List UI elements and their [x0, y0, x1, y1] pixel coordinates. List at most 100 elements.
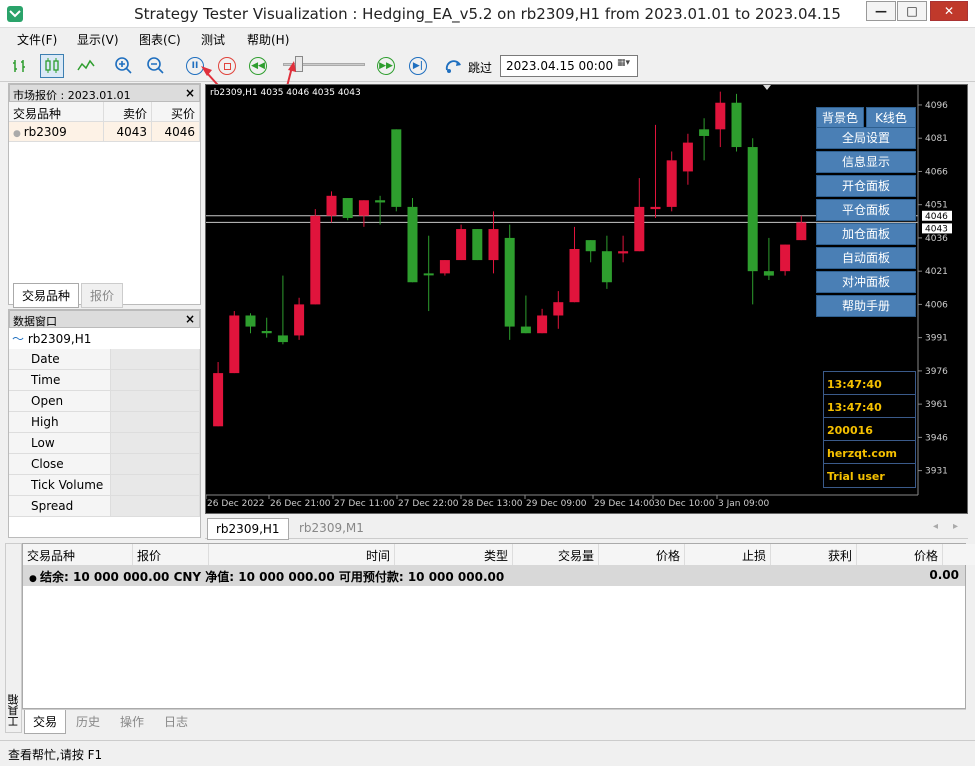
mw-row-ask: 4046: [152, 122, 200, 142]
trade-col-header[interactable]: 价格: [857, 544, 943, 565]
tab-trade[interactable]: 交易: [24, 710, 67, 734]
y-tick-label: 4021: [925, 267, 948, 277]
chart-tabs: rb2309,H1 rb2309,M1 ◂ ▸: [205, 515, 968, 540]
panel-btn-candle-color[interactable]: K线色: [866, 107, 916, 129]
menu-chart[interactable]: 图表(C): [139, 31, 181, 48]
data-window-value: [111, 475, 200, 496]
mw-col-symbol[interactable]: 交易品种: [9, 102, 104, 122]
window-title: Strategy Tester Visualization : Hedging_…: [134, 5, 841, 23]
tab-chart-m1[interactable]: rb2309,M1: [291, 518, 372, 538]
menu-test[interactable]: 测试: [201, 31, 225, 48]
data-window-header: 数据窗口 ×: [9, 310, 200, 328]
zoom-in-icon[interactable]: [112, 54, 136, 78]
candle-body: [666, 160, 677, 207]
data-window-field: Low: [9, 433, 111, 454]
close-button[interactable]: ✕: [930, 1, 968, 21]
candle-body: [796, 222, 807, 241]
panel-btn-3[interactable]: 开仓面板: [816, 175, 916, 197]
tab-symbols[interactable]: 交易品种: [13, 283, 80, 308]
bar-chart-icon[interactable]: [8, 54, 32, 78]
menu-view[interactable]: 显示(V): [77, 31, 119, 48]
candle-body: [763, 271, 774, 276]
data-window-field: Date: [9, 349, 111, 370]
panel-btn-5[interactable]: 加仓面板: [816, 223, 916, 245]
y-tick-label: 3991: [925, 334, 948, 344]
candle-body: [747, 147, 758, 272]
candle-body: [213, 373, 224, 427]
candle-body: [634, 206, 645, 252]
close-icon[interactable]: ×: [185, 312, 195, 326]
fast-forward-icon[interactable]: ▶▶: [374, 54, 398, 78]
tab-quotes[interactable]: 报价: [81, 283, 124, 308]
info-line: 13:47:40: [827, 401, 882, 414]
calendar-dropdown-icon[interactable]: ▦▾: [617, 58, 635, 74]
trade-col-header[interactable]: 收益: [943, 544, 975, 565]
candle-body: [569, 249, 580, 303]
maximize-button[interactable]: □: [897, 1, 927, 21]
tab-journal[interactable]: 日志: [156, 710, 197, 733]
y-tick-label: 4096: [925, 101, 948, 111]
data-window-symbol: 〜 rb2309,H1: [12, 332, 92, 346]
data-window-value: [111, 433, 200, 454]
panel-btn-7[interactable]: 对冲面板: [816, 271, 916, 293]
panel-btn-8[interactable]: 帮助手册: [816, 295, 916, 317]
tab-history[interactable]: 历史: [68, 710, 109, 733]
data-window-field: Spread: [9, 496, 111, 517]
candle-body: [537, 315, 548, 334]
market-watch-title: 市场报价 : 2023.01.01: [13, 89, 131, 102]
info-divider: [823, 394, 916, 395]
trade-col-header[interactable]: 报价: [133, 544, 209, 565]
line-chart-icon[interactable]: [74, 54, 98, 78]
candle-body: [699, 129, 710, 136]
trade-col-header[interactable]: 时间: [209, 544, 395, 565]
y-tick-label: 4006: [925, 300, 948, 310]
scroll-right-icon[interactable]: ▸: [953, 521, 958, 532]
candle-body: [326, 195, 337, 216]
trade-col-header[interactable]: 类型: [395, 544, 513, 565]
candle-body: [391, 129, 402, 207]
x-tick-label: 30 Dec 10:00: [654, 499, 715, 509]
mw-col-bid[interactable]: 卖价: [104, 102, 152, 122]
tab-operations[interactable]: 操作: [112, 710, 153, 733]
trade-col-header[interactable]: 获利: [771, 544, 857, 565]
mw-col-ask[interactable]: 买价: [152, 102, 200, 122]
skip-date-input[interactable]: 2023.04.15 00:00 ▦▾: [500, 55, 638, 77]
x-tick-label: 28 Dec 13:00: [462, 499, 523, 509]
panel-btn-4[interactable]: 平仓面板: [816, 199, 916, 221]
tab-chart-h1[interactable]: rb2309,H1: [207, 518, 289, 540]
info-divider: [823, 417, 916, 418]
candle-body: [375, 200, 386, 203]
trade-col-header[interactable]: 交易量: [513, 544, 599, 565]
minimize-button[interactable]: —: [866, 1, 896, 21]
candle-body: [342, 198, 353, 218]
data-window-panel: 数据窗口 × 〜 rb2309,H1 Date Time Open High Low Cl…: [8, 309, 201, 538]
skip-icon[interactable]: [442, 54, 466, 78]
candlestick-icon[interactable]: [40, 54, 64, 78]
panel-btn-background[interactable]: 背景色: [816, 107, 864, 129]
candle-body: [682, 142, 693, 172]
data-window-title: 数据窗口: [13, 315, 57, 328]
trade-col-header[interactable]: 价格: [599, 544, 685, 565]
mw-row-symbol[interactable]: ● rb2309: [9, 122, 104, 142]
panel-btn-1[interactable]: 全局设置: [816, 127, 916, 149]
info-line: Trial user: [827, 470, 885, 483]
data-window-value: [111, 370, 200, 391]
x-tick-label: 27 Dec 11:00: [334, 499, 395, 509]
menu-help[interactable]: 帮助(H): [247, 31, 289, 48]
data-window-value: [111, 412, 200, 433]
panel-btn-6[interactable]: 自动面板: [816, 247, 916, 269]
zoom-out-icon[interactable]: [144, 54, 168, 78]
candle-body: [715, 102, 726, 130]
menu-file[interactable]: 文件(F): [17, 31, 57, 48]
candle-body: [618, 251, 629, 254]
trade-col-header[interactable]: 止损: [685, 544, 771, 565]
scroll-left-icon[interactable]: ◂: [933, 521, 938, 532]
step-forward-icon[interactable]: ▶|: [406, 54, 430, 78]
toolbox-label[interactable]: 工具箱: [6, 694, 23, 727]
info-divider: [823, 440, 916, 441]
trade-col-header[interactable]: 交易品种: [23, 544, 133, 565]
skip-label[interactable]: 跳过: [468, 59, 492, 76]
panel-btn-2[interactable]: 信息显示: [816, 151, 916, 173]
candle-body: [601, 251, 612, 283]
close-icon[interactable]: ×: [185, 86, 195, 100]
